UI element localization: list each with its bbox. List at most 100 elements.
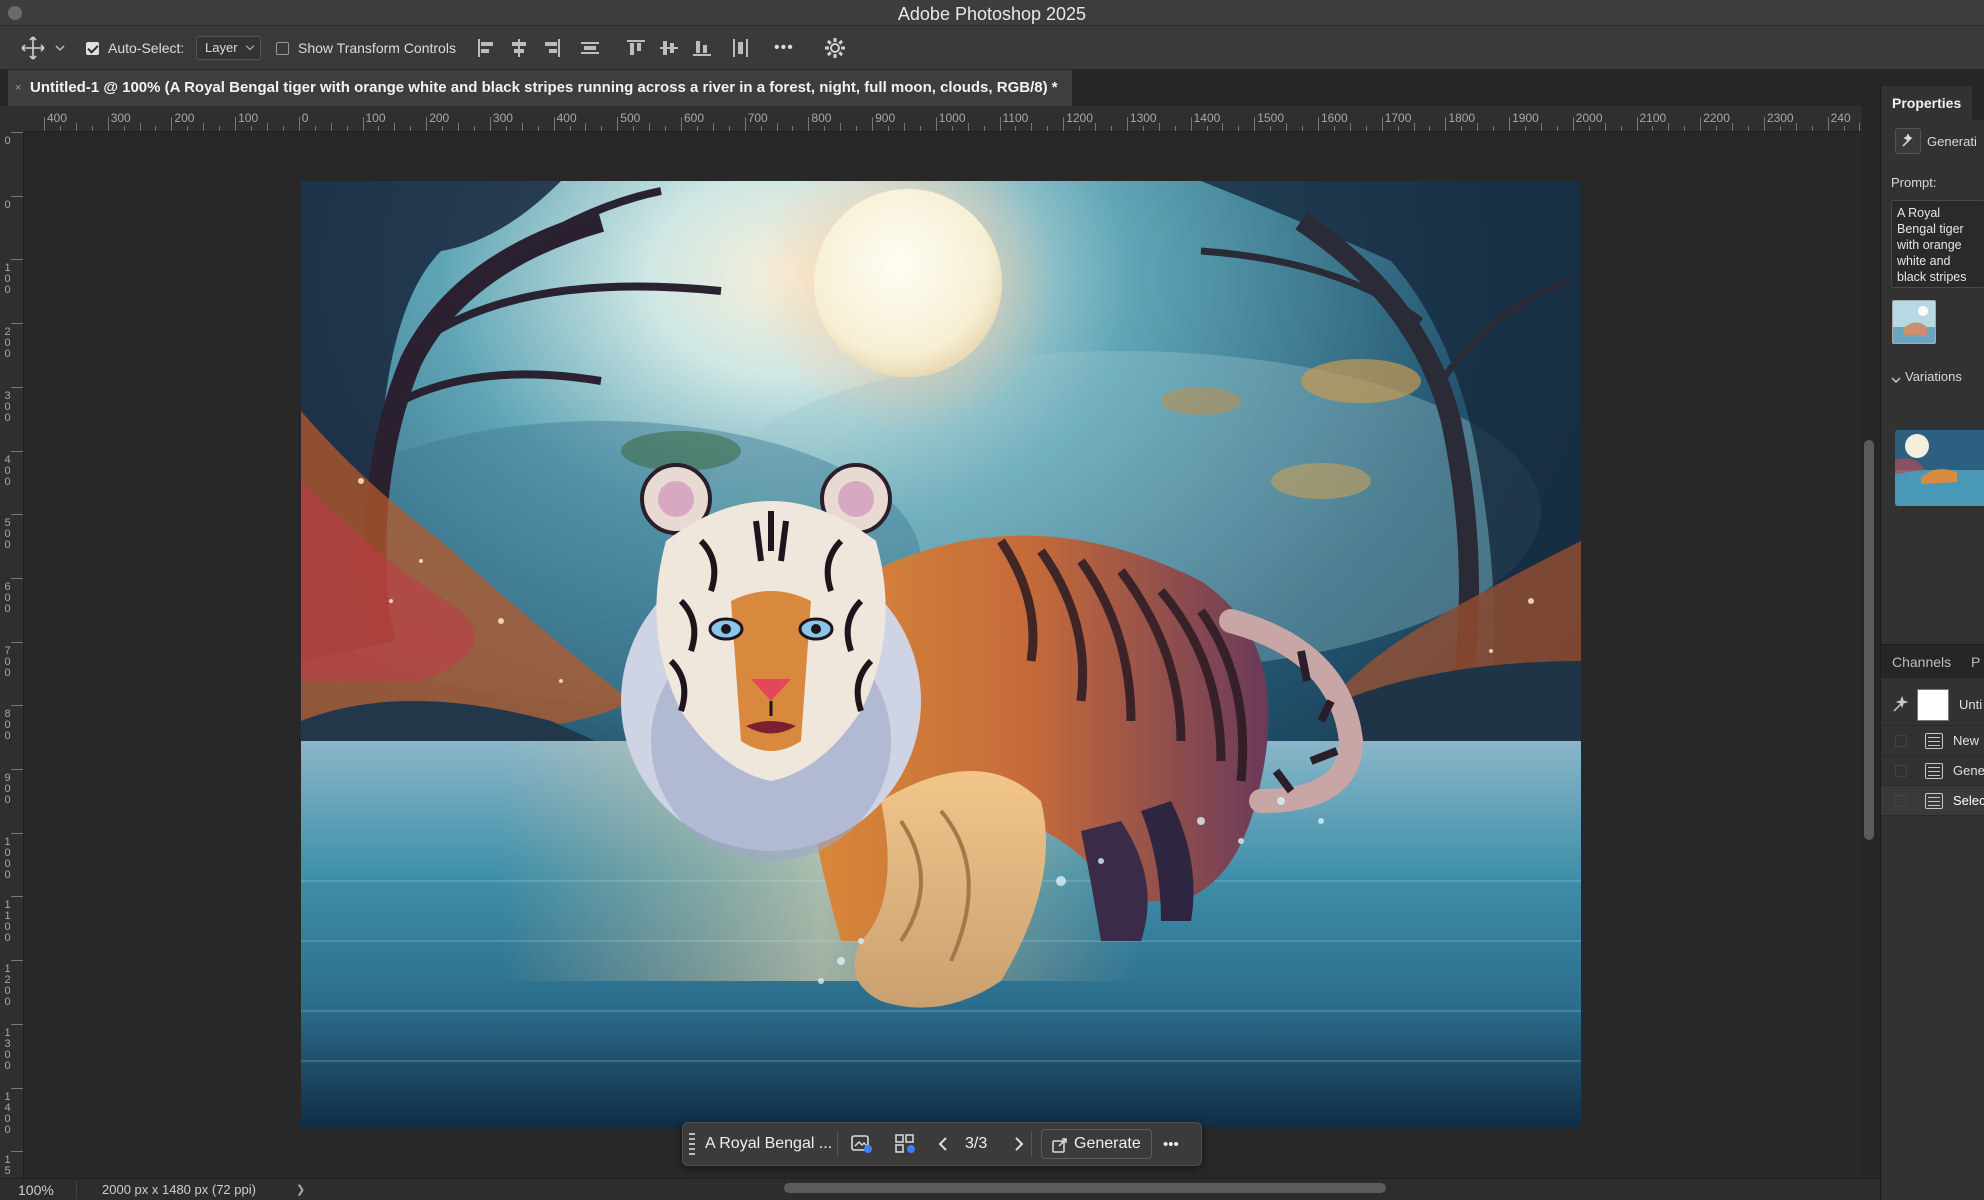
ruler-minor-tick: [1302, 126, 1304, 131]
ruler-minor-tick: [1461, 126, 1463, 131]
ruler-major-tick: [11, 769, 23, 770]
align-top-edges-icon[interactable]: [626, 38, 646, 58]
drag-handle[interactable]: [689, 1123, 695, 1165]
document-tab[interactable]: × Untitled-1 @ 100% (A Royal Bengal tige…: [8, 70, 1072, 106]
ruler-label: 1000: [938, 111, 966, 125]
auto-select-target-dropdown[interactable]: Layer: [196, 36, 261, 60]
document-tab-title: Untitled-1 @ 100% (A Royal Bengal tiger …: [30, 79, 1058, 96]
taskbar-more-button[interactable]: •••: [1163, 1123, 1179, 1165]
layer-row[interactable]: New: [1881, 726, 1984, 756]
ruler-label: 600: [684, 111, 705, 125]
ruler-major-tick: [11, 960, 23, 962]
align-left-edges-icon[interactable]: [476, 38, 496, 58]
status-menu-arrow[interactable]: ❯: [296, 1183, 305, 1196]
align-vertical-centers-icon[interactable]: [659, 38, 679, 58]
generative-fill-icon: [1891, 695, 1909, 719]
ruler-minor-tick: [1158, 123, 1160, 131]
ruler-minor-tick: [75, 123, 77, 131]
ruler-minor-tick: [378, 126, 380, 131]
previous-variation-icon[interactable]: [937, 1123, 949, 1165]
ruler-minor-tick: [1238, 126, 1240, 131]
ruler-label: 1100: [1002, 111, 1029, 125]
ruler-minor-tick: [919, 126, 921, 131]
ruler-label: 240: [1830, 111, 1851, 125]
tool-preset-dropdown[interactable]: [54, 26, 66, 70]
ruler-label: 100: [365, 111, 386, 125]
reference-image-thumbnail[interactable]: [1892, 300, 1936, 344]
horizontal-scrollbar-thumb[interactable]: [784, 1183, 1386, 1193]
ruler-minor-tick: [951, 126, 953, 131]
ruler-minor-tick: [1620, 126, 1622, 131]
vertical-scrollbar-thumb[interactable]: [1864, 440, 1874, 840]
distribute-vertical-icon[interactable]: [580, 38, 600, 58]
generative-layer-label: Generati: [1927, 134, 1977, 149]
variation-counter: 3/3: [965, 1135, 988, 1152]
layer-visibility-toggle[interactable]: [1895, 765, 1907, 777]
layer-visibility-toggle[interactable]: [1895, 735, 1907, 747]
document-size[interactable]: 2000 px x 1480 px (72 ppi): [102, 1182, 256, 1197]
ruler-minor-tick: [776, 123, 778, 131]
layer-row[interactable]: Selec: [1881, 786, 1984, 816]
layer-row[interactable]: Gene: [1881, 756, 1984, 786]
ruler-label: 2300: [1766, 111, 1794, 125]
gear-icon[interactable]: [824, 26, 846, 70]
more-options-button[interactable]: •••: [774, 26, 794, 70]
feedback-icon[interactable]: [895, 1123, 917, 1165]
layer-visibility-toggle[interactable]: [1895, 795, 1907, 807]
tab-channels[interactable]: Channels: [1881, 645, 1962, 679]
ruler-label: 100: [4, 262, 11, 297]
ruler-minor-tick: [505, 126, 507, 131]
ruler-minor-tick: [1397, 126, 1399, 131]
align-bottom-edges-icon[interactable]: [692, 38, 712, 58]
ruler-minor-tick: [410, 126, 412, 131]
generate-similar-icon[interactable]: [851, 1123, 873, 1165]
ruler-minor-tick: [1540, 123, 1542, 131]
zoom-level[interactable]: 100%: [18, 1182, 54, 1198]
tab-properties[interactable]: Properties: [1881, 86, 1973, 120]
ruler-major-tick: [11, 832, 23, 834]
move-tool-icon[interactable]: [20, 26, 46, 70]
tiger-artwork[interactable]: [301, 181, 1581, 1128]
ruler-minor-tick: [1747, 126, 1749, 131]
ruler-minor-tick: [155, 126, 157, 131]
prompt-excerpt-button[interactable]: A Royal Bengal ...: [705, 1123, 832, 1165]
ruler-label: 700: [4, 644, 11, 679]
show-transform-checkbox[interactable]: [276, 26, 289, 70]
close-tab-icon[interactable]: ×: [15, 70, 21, 106]
generate-button[interactable]: Generate: [1041, 1129, 1152, 1159]
ruler-label: 1600: [1321, 111, 1348, 125]
ruler-minor-tick: [1270, 126, 1272, 131]
generative-layer-icon[interactable]: [1895, 128, 1921, 154]
auto-select-checkbox[interactable]: [86, 26, 99, 70]
ruler-minor-tick: [633, 126, 635, 131]
ruler-minor-tick: [1716, 126, 1718, 131]
distribute-horizontal-icon[interactable]: [731, 38, 751, 58]
ruler-label: 1800: [1448, 111, 1476, 125]
variations-chevron-icon[interactable]: [1891, 372, 1901, 390]
variation-thumbnail[interactable]: [1895, 430, 1984, 506]
ruler-minor-tick: [1095, 123, 1097, 131]
ruler-label: 15: [4, 1154, 11, 1178]
layer-row[interactable]: Unti: [1881, 684, 1984, 726]
vertical-ruler[interactable]: 0 0 100 200 300 400 500 600 700 800 900 1000 1100 120…: [0, 106, 24, 1184]
horizontal-ruler[interactable]: 400 300 200 100 0 100 200 300 400 500 600 700 800 900…: [24, 106, 1862, 132]
separator: [76, 1181, 77, 1199]
checkbox-checked-icon: [86, 41, 99, 55]
prompt-textarea[interactable]: A Royal Bengal tiger with orange white a…: [1891, 200, 1984, 288]
align-horizontal-centers-icon[interactable]: [509, 38, 529, 58]
ruler-label: 0: [4, 198, 11, 211]
ruler-major-tick: [11, 896, 23, 898]
separator: [837, 1131, 838, 1157]
ruler-minor-tick: [251, 126, 253, 131]
ruler-minor-tick: [1222, 123, 1224, 131]
ruler-minor-tick: [1206, 126, 1208, 131]
tab-paths[interactable]: P: [1967, 645, 1984, 679]
align-right-edges-icon[interactable]: [542, 38, 562, 58]
ruler-minor-tick: [1652, 126, 1654, 131]
layer-thumbnail: [1917, 689, 1949, 721]
ruler-major-tick: [11, 132, 23, 133]
next-variation-icon[interactable]: [1013, 1123, 1025, 1165]
ruler-label: 1300: [1129, 111, 1157, 125]
ruler-minor-tick: [1413, 123, 1415, 131]
ruler-minor-tick: [840, 123, 842, 131]
